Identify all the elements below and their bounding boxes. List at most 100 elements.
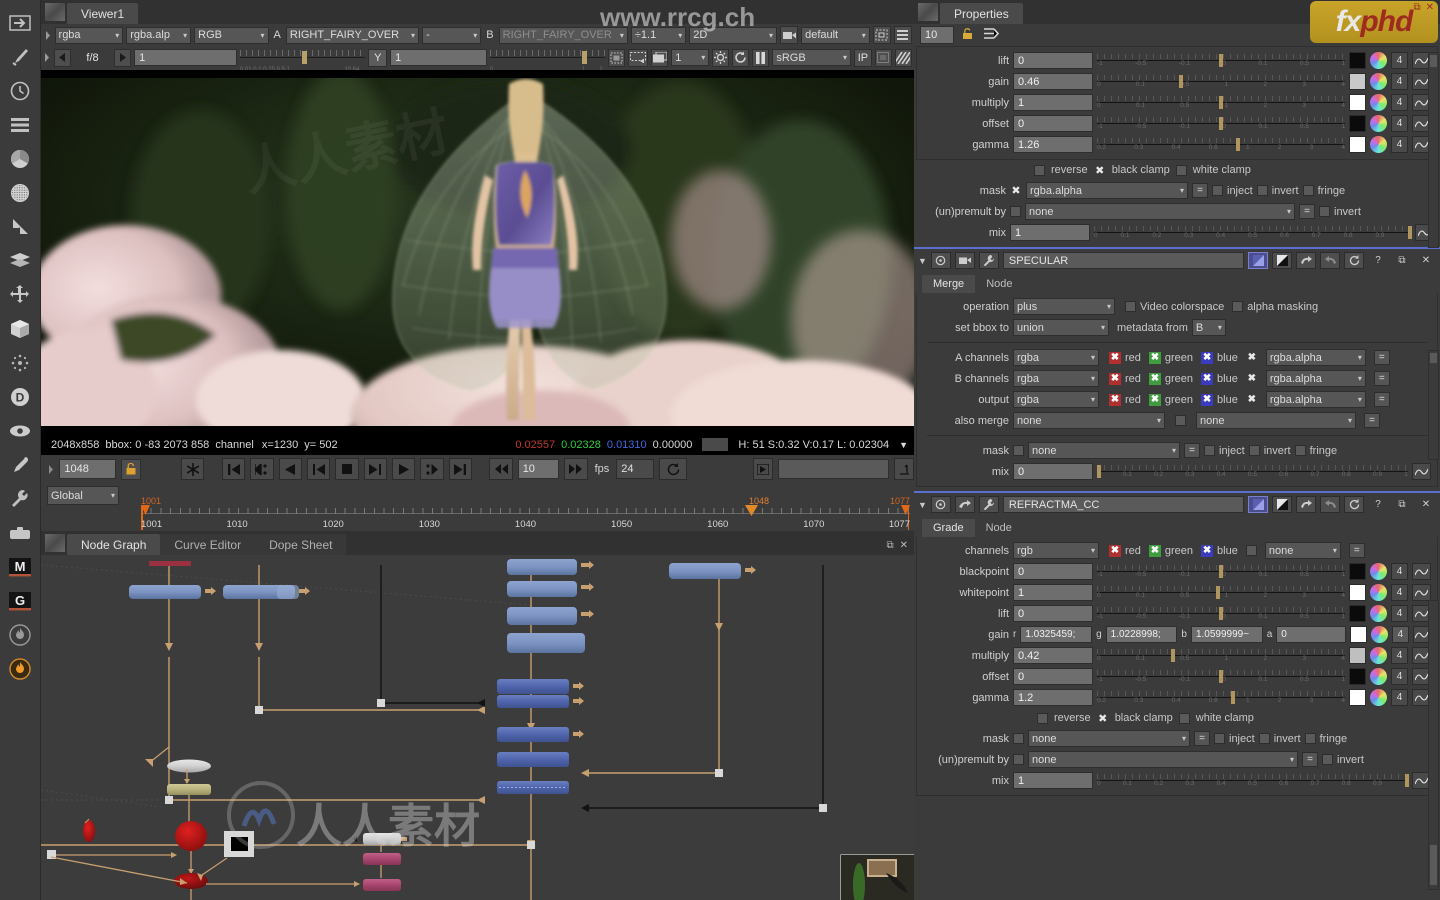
mask-select-3[interactable]: none ▾ (1028, 730, 1190, 747)
mix-input-1[interactable]: 1 (1010, 224, 1090, 241)
tab-merge[interactable]: Merge (922, 275, 976, 293)
refractma-channels-button-whitepoint[interactable]: 4 (1391, 584, 1408, 601)
grade-top-color-wheel-icon-multiply[interactable] (1370, 94, 1387, 111)
panel-specular-name[interactable]: SPECULAR (1002, 252, 1244, 269)
last-frame-button[interactable] (448, 458, 472, 480)
refractma-color-wheel-icon-blackpoint[interactable] (1370, 563, 1387, 580)
refresh-icon[interactable] (732, 48, 750, 67)
proxy-settings-icon[interactable] (712, 48, 730, 67)
lock-frame-icon[interactable] (120, 458, 142, 480)
black-clamp-checkbox-1[interactable]: ✖ (1093, 164, 1106, 177)
particles-nodes-icon[interactable] (3, 346, 37, 380)
specular-alpha-checkbox-1[interactable]: ✖ (1246, 373, 1258, 385)
time-nodes-icon[interactable] (3, 74, 37, 108)
pause-icon[interactable] (752, 48, 770, 67)
properties-close-icon[interactable]: ✕ (1426, 2, 1434, 13)
specular-channel-select-0[interactable]: rgba ▾ (1013, 349, 1099, 366)
panel-specular-help-icon[interactable]: ? (1368, 252, 1388, 269)
node-graph-close-icon[interactable]: ✕ (900, 540, 908, 551)
panel-refractma-viewer-icon[interactable] (954, 496, 975, 513)
panel-specular-float-icon[interactable]: ⧉ (1392, 252, 1412, 269)
skip-forward-button[interactable] (564, 458, 588, 480)
refractma-slider-multiply[interactable]: 0 0.1 0.5 1 2 3 4 (1097, 647, 1345, 664)
panel-specular-target-icon[interactable] (930, 252, 951, 269)
max-panels-input[interactable]: 10 (920, 26, 954, 44)
panel-specular-undo-icon[interactable] (1296, 252, 1316, 269)
also-merge-select[interactable]: none ▾ (1013, 412, 1165, 429)
channel-nodes-icon[interactable] (3, 108, 37, 142)
viewer-image[interactable]: 人人素材 (41, 70, 914, 434)
gamma-slider[interactable]: 012 (489, 49, 605, 73)
panel-specular-viewer-icon[interactable] (954, 252, 975, 269)
first-frame-button[interactable] (221, 458, 246, 480)
specular-alpha-checkbox-2[interactable]: ✖ (1246, 394, 1258, 406)
tab-grade[interactable]: Grade (922, 519, 975, 537)
premult-checkbox-3[interactable] (1013, 754, 1024, 765)
also-merge-select-2[interactable]: none ▾ (1196, 412, 1356, 429)
refractma-input-blackpoint[interactable]: 0 (1013, 563, 1093, 580)
tab-node-specular[interactable]: Node (975, 275, 1024, 293)
tab-viewer1[interactable]: Viewer1 (67, 3, 139, 24)
node-graph-canvas[interactable]: 人人素材 (41, 555, 914, 900)
gain-b-input[interactable]: 1.0599999~ (1190, 626, 1263, 643)
roi-icon[interactable] (872, 26, 891, 44)
timeline-ruler[interactable]: 1001 1048 1077 1001 1010 1020 1030 1040 1050 1… (141, 496, 910, 530)
mix-input-2[interactable]: 0 (1013, 463, 1093, 480)
refractma-channels-button-blackpoint[interactable]: 4 (1391, 563, 1408, 580)
refractma-color-wheel-icon-lift[interactable] (1370, 605, 1387, 622)
refractma-swatch-blackpoint[interactable] (1349, 563, 1366, 580)
3d-nodes-icon[interactable] (3, 312, 37, 346)
refractma-input-gamma[interactable]: 1.2 (1013, 689, 1093, 706)
step-backward-button[interactable] (306, 458, 331, 480)
tab-dope-sheet[interactable]: Dope Sheet (255, 534, 347, 555)
refractma-curve-button-blackpoint[interactable] (1412, 563, 1431, 580)
wipe-icon[interactable] (627, 48, 649, 67)
blue-channel-checkbox-3[interactable]: ✖ (1201, 544, 1214, 557)
refractma-swatch-gamma[interactable] (1349, 689, 1366, 706)
channels-select[interactable]: rgb ▾ (1013, 542, 1099, 559)
flame-active-icon[interactable] (3, 652, 37, 686)
zoom-select[interactable]: ÷1.1 ▾ (630, 26, 687, 44)
panel-refractma-collapse-icon[interactable]: ▼ (918, 500, 927, 510)
deep-nodes-icon[interactable]: D (3, 380, 37, 414)
frame-increment-input[interactable]: 10 (517, 459, 560, 479)
grade-top-input-offset[interactable]: 0 (1013, 115, 1093, 132)
panel-refractma-target-icon[interactable] (930, 496, 951, 513)
invert-checkbox-2[interactable] (1248, 445, 1260, 456)
bbox-select[interactable]: union ▾ (1013, 319, 1109, 336)
play-forward-button[interactable] (391, 458, 416, 480)
transform-nodes-icon[interactable] (3, 278, 37, 312)
next-keyframe-button[interactable] (420, 458, 444, 480)
specular-expression-button-2[interactable]: = (1373, 392, 1390, 407)
tab-node-refractma[interactable]: Node (974, 519, 1023, 537)
tab-properties[interactable]: Properties (940, 3, 1023, 24)
gamma-toggle-button[interactable]: Y (368, 48, 388, 67)
node-graph-tab-grip[interactable] (45, 534, 65, 552)
specular-red-checkbox-1[interactable]: ✖ (1109, 372, 1121, 385)
other-nodes-icon[interactable] (3, 482, 37, 516)
properties-scrollbar-1[interactable] (1428, 52, 1439, 248)
refractma-swatch-multiply[interactable] (1349, 647, 1366, 664)
panel-refractma-float-icon[interactable]: ⧉ (1392, 496, 1412, 513)
gain-swatch[interactable] (1350, 626, 1368, 643)
specular-alpha-checkbox-0[interactable]: ✖ (1246, 352, 1258, 364)
operation-select[interactable]: plus ▾ (1013, 298, 1115, 315)
refractma-color-wheel-icon-multiply[interactable] (1370, 647, 1387, 664)
extra-channel-select[interactable]: none ▾ (1264, 542, 1341, 559)
color-nodes-icon[interactable] (3, 142, 37, 176)
grade-top-slider-lift[interactable]: -1 -0.5 -0.1 0 0.1 0.5 1 (1097, 52, 1345, 69)
grade-top-color-wheel-icon-gain[interactable] (1370, 73, 1387, 90)
tab-curve-editor[interactable]: Curve Editor (160, 534, 256, 555)
reverse-checkbox-1[interactable] (1034, 164, 1045, 176)
ip-button[interactable]: IP (854, 48, 872, 67)
camera-icon[interactable] (779, 26, 799, 44)
properties-scrollbar-3[interactable] (1428, 600, 1439, 890)
panel-refractma-b-icon[interactable] (1272, 496, 1292, 513)
refractma-swatch-lift[interactable] (1349, 605, 1366, 622)
frame-range-input[interactable] (778, 459, 889, 479)
grade-top-slider-gain[interactable]: 0 0.1 0.5 1 2 3 4 (1097, 73, 1345, 90)
refractma-slider-blackpoint[interactable]: -1 -0.5 -0.1 0 0.1 0.5 1 (1097, 563, 1345, 580)
premult-invert-checkbox-3[interactable] (1322, 754, 1333, 765)
refractma-slider-lift[interactable]: -1 -0.5 -0.1 0 0.1 0.5 1 (1097, 605, 1345, 622)
panel-refractma-wrench-icon[interactable] (978, 496, 999, 513)
